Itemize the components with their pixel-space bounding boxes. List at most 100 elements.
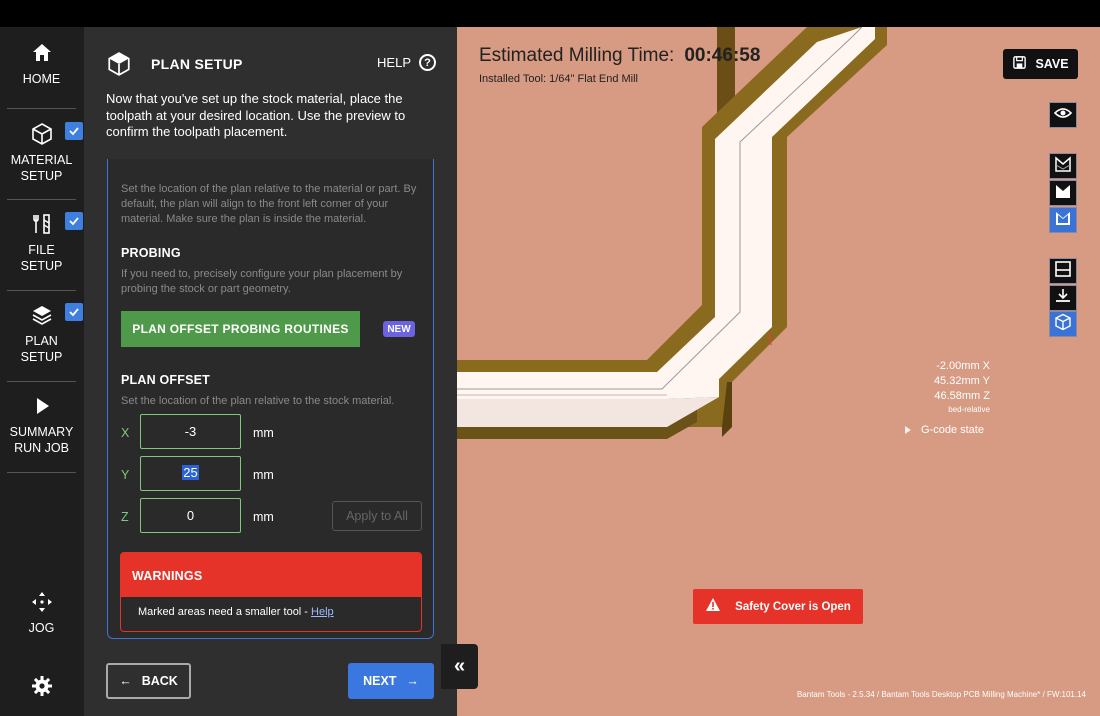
check-icon — [65, 122, 83, 140]
caret-right-icon — [905, 426, 911, 434]
plan-offset-probing-button[interactable]: PLAN OFFSET PROBING ROUTINES — [121, 311, 360, 347]
safety-cover-alert: Safety Cover is Open — [693, 589, 863, 624]
plan-offset-description: Set the location of the plan relative to… — [121, 395, 395, 407]
arrow-right-icon: → — [406, 674, 419, 688]
top-bar — [0, 0, 1100, 27]
estimated-time-label: Estimated Milling Time: — [479, 45, 675, 66]
gcode-label: G-code state — [921, 424, 984, 436]
version-footer: Bantam Tools - 2.5.34 / Bantam Tools Des… — [796, 690, 1086, 699]
floppy-disk-icon — [1012, 55, 1027, 73]
nav-file-setup[interactable]: FILE SETUP — [7, 212, 83, 274]
nav-plan-label-1: PLAN — [25, 334, 58, 348]
plan-setup-panel: PLAN SETUP HELP ? Now that you've set up… — [84, 27, 457, 716]
tools-icon — [30, 212, 54, 236]
question-icon: ? — [419, 54, 436, 71]
y-offset-input[interactable]: 25 — [140, 456, 241, 491]
nav-divider — [7, 199, 76, 200]
arrow-left-icon: ← — [119, 674, 132, 688]
milling-preview[interactable]: Estimated Milling Time: 00:46:58 Installe… — [457, 27, 1100, 716]
home-icon — [30, 41, 54, 65]
cube-3d-icon — [1054, 313, 1072, 336]
coord-z: 46.58mm Z — [934, 390, 990, 402]
view-mode-blue-button[interactable] — [1049, 207, 1077, 233]
nav-plan-setup[interactable]: PLAN SETUP — [7, 303, 83, 365]
warning-help-link[interactable]: Help — [311, 606, 334, 618]
left-nav: HOME MATERIAL SETUP FILE SETUP PLAN SETU… — [0, 27, 84, 716]
save-button[interactable]: SAVE — [1003, 49, 1078, 79]
nav-divider — [7, 381, 76, 382]
nav-material-setup[interactable]: MATERIAL SETUP — [7, 122, 83, 184]
visibility-toggle-button[interactable] — [1049, 102, 1077, 128]
view-mode-solid-button[interactable] — [1049, 180, 1077, 206]
gear-icon — [30, 674, 54, 698]
check-icon — [65, 212, 83, 230]
y-unit: mm — [253, 468, 274, 482]
plan-settings-card[interactable]: Set the location of the plan relative to… — [107, 159, 434, 639]
eye-icon — [1053, 104, 1073, 127]
nav-material-label-2: SETUP — [20, 169, 63, 183]
warning-message: Marked areas need a smaller tool - Help — [121, 597, 421, 618]
apply-to-all-button[interactable]: Apply to All — [332, 501, 422, 531]
help-button[interactable]: HELP ? — [377, 54, 436, 71]
nav-jog[interactable]: JOG — [7, 590, 76, 636]
z-offset-input[interactable] — [140, 498, 241, 533]
coord-x: -2.00mm X — [936, 360, 990, 372]
next-label: NEXT — [363, 674, 397, 688]
collapse-panel-button[interactable]: « — [441, 644, 478, 689]
new-badge: NEW — [383, 321, 415, 337]
y-offset-value: 25 — [182, 465, 199, 480]
plan-offset-heading: PLAN OFFSET — [121, 373, 211, 387]
z-axis-label: Z — [121, 510, 129, 524]
view-mode-outline-button[interactable] — [1049, 153, 1077, 179]
play-icon — [30, 394, 54, 418]
view-outline-icon — [1054, 155, 1072, 178]
nav-settings[interactable] — [7, 674, 76, 704]
view-top-button[interactable] — [1049, 285, 1077, 311]
nav-home-label: HOME — [22, 72, 61, 86]
warnings-heading: WARNINGS — [121, 553, 421, 597]
z-unit: mm — [253, 510, 274, 524]
nav-file-label-2: SETUP — [20, 259, 63, 273]
move-arrows-icon — [30, 590, 54, 614]
x-offset-input[interactable] — [140, 414, 241, 449]
double-chevron-left-icon: « — [453, 655, 466, 677]
estimated-milling-time: Estimated Milling Time: 00:46:58 — [479, 45, 760, 67]
coordinate-readout: -2.00mm X 45.32mm Y 46.58mm Z bed-relati… — [934, 359, 990, 415]
nav-material-label-1: MATERIAL — [10, 153, 73, 167]
nav-file-label-1: FILE — [28, 243, 55, 257]
help-label: HELP — [377, 55, 411, 70]
installed-tool: Installed Tool: 1/64" Flat End Mill — [479, 73, 639, 85]
view-3d-button[interactable] — [1049, 311, 1077, 337]
gcode-state-toggle[interactable]: G-code state — [905, 424, 984, 436]
probing-heading: PROBING — [121, 246, 181, 260]
y-axis-label: Y — [121, 468, 130, 482]
coord-y: 45.32mm Y — [933, 375, 990, 387]
nav-home[interactable]: HOME — [7, 41, 76, 87]
stack-icon — [30, 303, 54, 327]
warning-text: Marked areas need a smaller tool - — [138, 606, 312, 618]
download-icon — [1054, 287, 1072, 310]
cube-icon — [106, 51, 132, 77]
view-solid-icon — [1054, 182, 1072, 205]
nav-jog-label: JOG — [28, 621, 55, 635]
location-description: Set the location of the plan relative to… — [121, 183, 417, 225]
safety-text: Safety Cover is Open — [735, 600, 851, 613]
page-title: PLAN SETUP — [151, 56, 243, 72]
nav-divider — [7, 290, 76, 291]
nav-summary-label-1: SUMMARY — [9, 425, 74, 439]
check-icon — [65, 303, 83, 321]
x-unit: mm — [253, 426, 274, 440]
x-axis-label: X — [121, 426, 130, 440]
nav-summary-run-job[interactable]: SUMMARY RUN JOB — [7, 394, 76, 456]
next-button[interactable]: NEXT → — [348, 663, 434, 699]
back-button[interactable]: ← BACK — [106, 663, 191, 699]
nav-divider — [7, 108, 76, 109]
nav-divider — [7, 472, 76, 473]
panel-header: PLAN SETUP HELP ? — [106, 51, 436, 77]
estimated-time-value: 00:46:58 — [684, 45, 761, 66]
view-front-button[interactable] — [1049, 258, 1077, 284]
nav-summary-label-2: RUN JOB — [14, 441, 69, 455]
probing-description: If you need to, precisely configure your… — [121, 268, 403, 295]
front-view-icon — [1054, 260, 1072, 283]
intro-text: Now that you've set up the stock materia… — [106, 91, 406, 139]
